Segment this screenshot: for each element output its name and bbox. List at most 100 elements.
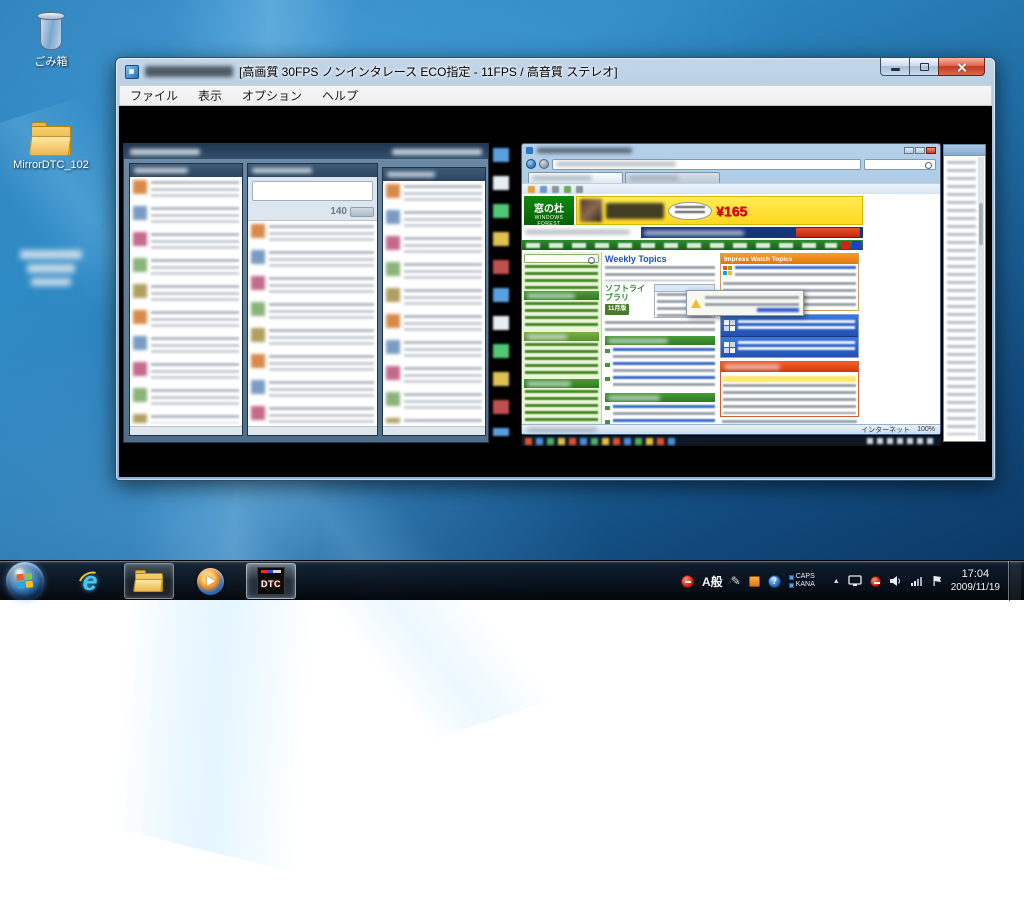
send-button[interactable]	[350, 207, 374, 217]
search-input[interactable]	[864, 159, 936, 170]
topic-row[interactable]	[723, 266, 856, 280]
feature-box-body[interactable]	[721, 372, 858, 416]
inactive-tab[interactable]	[625, 172, 720, 183]
forward-icon[interactable]	[539, 159, 549, 169]
column-footer	[248, 426, 377, 435]
promo-row[interactable]	[721, 336, 858, 357]
maximize-icon	[920, 63, 929, 71]
taskbar-wmp-button[interactable]	[184, 563, 236, 599]
avatar-strip	[251, 224, 265, 423]
tweet-list[interactable]	[248, 221, 377, 426]
ime-toolbox-icon[interactable]	[749, 576, 760, 587]
notification-popup[interactable]	[686, 290, 804, 316]
home-icon[interactable]	[528, 186, 535, 193]
sidebar-links-blurred[interactable]	[525, 390, 598, 424]
tools-icon[interactable]	[576, 186, 583, 193]
partial-window-scrollbar[interactable]	[978, 157, 984, 440]
menu-file[interactable]: ファイル	[120, 85, 188, 106]
sub-banner-button[interactable]	[796, 228, 860, 237]
zoom-level[interactable]: 100%	[917, 426, 935, 433]
window-titlebar[interactable]: [高画質 30FPS ノンインタレース ECO指定 - 11FPS / 高音質 …	[116, 58, 995, 85]
popup-close-link[interactable]	[757, 308, 799, 312]
site-search-input[interactable]	[524, 254, 599, 263]
promo-row[interactable]	[721, 315, 858, 336]
network-tray-icon[interactable]	[910, 576, 923, 587]
site-sidebar	[522, 252, 602, 424]
feature-box-header	[721, 362, 858, 372]
action-center-flag-icon[interactable]	[931, 575, 943, 587]
tweet-input[interactable]	[252, 181, 373, 201]
column-header[interactable]	[383, 168, 485, 181]
windows7-promo-box[interactable]	[720, 314, 859, 358]
scrollbar-thumb[interactable]	[979, 203, 983, 245]
tweet-list[interactable]	[383, 181, 485, 426]
ie-titlebar[interactable]	[522, 144, 940, 157]
display-tray-icon[interactable]	[848, 575, 862, 587]
column-header[interactable]	[248, 164, 377, 177]
news-bullet-list[interactable]	[605, 348, 715, 390]
caption-buttons	[880, 58, 985, 76]
main-section-band	[605, 393, 715, 402]
minimize-button[interactable]	[880, 58, 910, 76]
nav-blue-button[interactable]	[852, 241, 861, 249]
show-desktop-button[interactable]	[1008, 561, 1021, 601]
taskbar-ie-button[interactable]: e	[64, 563, 116, 599]
print-icon[interactable]	[552, 186, 559, 193]
sub-banner[interactable]	[641, 227, 863, 238]
hidden-icons-chevron[interactable]	[833, 578, 840, 585]
address-input[interactable]	[552, 159, 861, 170]
promo-text-blurred	[738, 320, 855, 332]
taskbar-explorer-button[interactable]	[124, 563, 174, 599]
article-text-blurred	[605, 266, 715, 281]
ie-minimize-button[interactable]	[904, 147, 914, 154]
security-alert-icon[interactable]	[681, 575, 694, 588]
ad-banner[interactable]: ¥165	[576, 196, 863, 225]
desktop-icon-recycle-bin[interactable]: ごみ箱	[8, 8, 94, 69]
feeds-icon[interactable]	[540, 186, 547, 193]
ie-command-bar	[522, 183, 940, 194]
system-tray: A般 ? CAPS KANA 17:04 2009/11/19	[681, 561, 1024, 601]
action-center-alert-icon[interactable]	[870, 576, 881, 587]
site-logo[interactable]: 窓の杜 WINDOWS FOREST	[524, 196, 574, 225]
caps-kana-indicator[interactable]: CAPS KANA	[789, 573, 815, 589]
site-nav-bar[interactable]	[522, 240, 863, 250]
windows-orb-flag-icon	[15, 571, 35, 591]
taskbar-clock[interactable]: 17:04 2009/11/19	[951, 568, 1000, 594]
video-viewport[interactable]: 140	[119, 106, 992, 477]
site-right-column: Impress Watch Topics	[719, 252, 860, 424]
start-button[interactable]	[6, 562, 44, 600]
recycle-bin-icon	[35, 8, 67, 50]
taskbar-dtc-button[interactable]: DTC	[246, 563, 296, 599]
nav-red-button[interactable]	[841, 241, 850, 249]
ime-mode-indicator[interactable]: A般	[702, 573, 723, 590]
windows-flag-icon	[723, 266, 732, 275]
column-header[interactable]	[130, 164, 242, 177]
captured-tray-blurred	[867, 438, 937, 444]
sidebar-links-blurred[interactable]	[525, 265, 598, 289]
desktop-icon-mirrordtc[interactable]: MirrorDTC_102	[8, 122, 94, 171]
desktop-icon-blurred[interactable]	[8, 245, 94, 291]
caps-label: CAPS	[796, 573, 815, 581]
menu-options[interactable]: オプション	[232, 85, 312, 106]
news-bullet-list[interactable]	[605, 405, 715, 424]
close-button[interactable]	[938, 58, 985, 76]
sidebar-links-blurred[interactable]	[525, 302, 598, 330]
sidebar-links-blurred[interactable]	[525, 343, 598, 377]
ie-close-button[interactable]	[926, 147, 936, 154]
soft-library-heading[interactable]: ソフトライブラリ 11月版	[605, 284, 651, 318]
ie-maximize-button[interactable]	[915, 147, 925, 154]
blurred-tweet-rows	[404, 185, 482, 423]
back-icon[interactable]	[526, 159, 536, 169]
menu-view[interactable]: 表示	[188, 85, 232, 106]
ime-pen-icon[interactable]	[731, 574, 741, 588]
main-section-band	[605, 336, 715, 345]
twitter-column-3	[382, 167, 486, 436]
clock-date: 2009/11/19	[951, 581, 1000, 594]
maximize-button[interactable]	[910, 58, 938, 76]
ime-help-icon[interactable]: ?	[768, 575, 781, 588]
volume-tray-icon[interactable]	[889, 575, 902, 587]
menu-help[interactable]: ヘルプ	[312, 85, 368, 106]
tweet-list[interactable]	[130, 177, 242, 426]
active-tab[interactable]	[528, 172, 623, 183]
page-icon[interactable]	[564, 186, 571, 193]
